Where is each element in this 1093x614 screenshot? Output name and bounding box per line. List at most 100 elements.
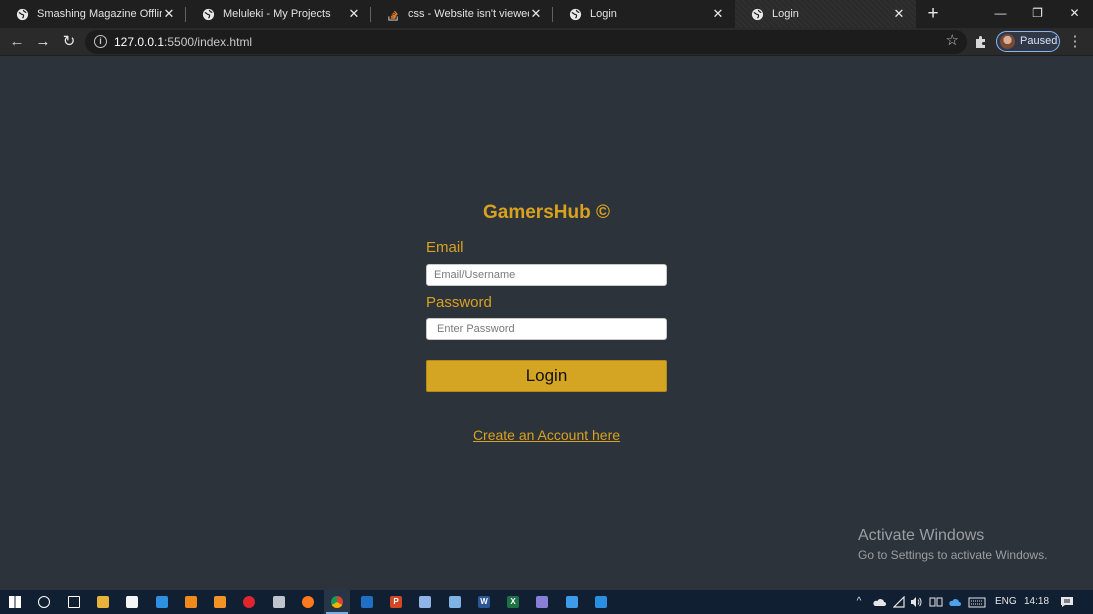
tray-overflow-chevron[interactable]: ^ bbox=[854, 590, 864, 614]
site-info-icon[interactable]: i bbox=[94, 35, 107, 48]
powerpoint-icon: P bbox=[390, 596, 402, 608]
taskbar-mail-button[interactable] bbox=[563, 593, 581, 611]
activate-windows-watermark: Activate Windows Go to Settings to activ… bbox=[858, 527, 1047, 562]
taskbar-store-button[interactable] bbox=[123, 593, 141, 611]
taskbar-search-button[interactable] bbox=[35, 593, 53, 611]
taskbar-start-button[interactable] bbox=[6, 593, 24, 611]
language-indicator[interactable]: ENG bbox=[995, 590, 1017, 614]
reload-button[interactable]: ↻ bbox=[59, 32, 79, 52]
tab-smashing-magazine[interactable]: Smashing Magazine Offline ✕ bbox=[0, 0, 186, 28]
tab-strip: Smashing Magazine Offline ✕ Meluleki - M… bbox=[0, 0, 1093, 28]
globe-icon bbox=[751, 8, 764, 20]
window-controls: — ❐ ✕ bbox=[982, 0, 1093, 28]
close-tab-icon[interactable]: ✕ bbox=[892, 7, 906, 21]
tab-title: Meluleki - My Projects bbox=[223, 8, 331, 20]
outlook-icon bbox=[361, 596, 373, 608]
taskbar-opera-button[interactable] bbox=[240, 593, 258, 611]
taskbar-firefox-button[interactable] bbox=[299, 593, 317, 611]
volume-icon[interactable] bbox=[910, 596, 922, 608]
browser-menu-icon[interactable]: ⋮ bbox=[1067, 34, 1083, 50]
tab-title: Smashing Magazine Offline bbox=[37, 8, 162, 20]
taskbar-chrome-button[interactable] bbox=[324, 590, 350, 614]
taskbar-vlc-button[interactable] bbox=[182, 593, 200, 611]
avatar bbox=[1000, 34, 1015, 49]
opera-icon bbox=[243, 596, 255, 608]
sublime-icon bbox=[214, 596, 226, 608]
tab-meluleki-projects[interactable]: Meluleki - My Projects ✕ bbox=[186, 0, 371, 28]
tab-title: Login bbox=[590, 8, 617, 20]
close-tab-icon[interactable]: ✕ bbox=[162, 7, 176, 21]
task-view-icon bbox=[68, 596, 80, 608]
password-label: Password bbox=[426, 294, 492, 311]
teamviewer-icon bbox=[156, 596, 168, 608]
taskbar-media-button[interactable] bbox=[533, 593, 551, 611]
tab-stackoverflow-css[interactable]: css - Website isn't viewed prop ✕ bbox=[371, 0, 553, 28]
taskbar-shield-button[interactable] bbox=[416, 593, 434, 611]
tab-login-active[interactable]: Login ✕ bbox=[735, 0, 916, 28]
mail-icon bbox=[566, 596, 578, 608]
restore-button[interactable]: ❐ bbox=[1019, 0, 1056, 28]
browser-toolbar: ← → ↻ i 127.0.0.1:5500/index.html ☆ bbox=[0, 28, 1093, 56]
shield-icon bbox=[419, 596, 431, 608]
watermark-subtitle: Go to Settings to activate Windows. bbox=[858, 548, 1048, 562]
password-input[interactable] bbox=[426, 318, 667, 340]
excel-icon: X bbox=[507, 596, 519, 608]
url-path: :5500/index.html bbox=[164, 35, 253, 49]
tab-login[interactable]: Login ✕ bbox=[553, 0, 735, 28]
keyboard-icon[interactable] bbox=[968, 596, 986, 608]
address-bar[interactable]: i 127.0.0.1:5500/index.html ☆ bbox=[85, 30, 967, 54]
vscode-icon bbox=[595, 596, 607, 608]
profile-button[interactable]: Paused bbox=[996, 31, 1060, 52]
cloud-sync-icon[interactable] bbox=[948, 596, 962, 608]
taskbar-sublime-button[interactable] bbox=[211, 593, 229, 611]
taskbar-file-explorer-button[interactable] bbox=[94, 593, 112, 611]
windows-taskbar: P W X ^ ENG 14:18 bbox=[0, 590, 1093, 614]
tab-title: Login bbox=[772, 8, 799, 20]
taskbar-teamviewer-button[interactable] bbox=[153, 593, 171, 611]
minimize-button[interactable]: — bbox=[982, 0, 1019, 28]
globe-icon bbox=[569, 8, 582, 20]
start-icon bbox=[9, 596, 21, 608]
taskbar-task-view-button[interactable] bbox=[65, 593, 83, 611]
create-account-row: Create an Account here bbox=[0, 427, 1093, 443]
watermark-title: Activate Windows bbox=[858, 527, 985, 544]
close-tab-icon[interactable]: ✕ bbox=[347, 7, 361, 21]
clock-time[interactable]: 14:18 bbox=[1024, 590, 1049, 614]
tab-title: css - Website isn't viewed prop bbox=[408, 8, 529, 20]
close-window-button[interactable]: ✕ bbox=[1056, 0, 1093, 28]
firefox-icon bbox=[302, 596, 314, 608]
login-button[interactable]: Login bbox=[426, 360, 667, 392]
notifications-icon[interactable] bbox=[1060, 596, 1074, 608]
media-icon bbox=[536, 596, 548, 608]
close-tab-icon[interactable]: ✕ bbox=[711, 7, 725, 21]
back-button[interactable]: ← bbox=[7, 32, 27, 52]
bookmark-star-icon[interactable]: ☆ bbox=[946, 31, 959, 49]
onedrive-icon[interactable] bbox=[872, 596, 886, 608]
globe-icon bbox=[16, 8, 29, 20]
taskbar-word-button[interactable]: W bbox=[475, 593, 493, 611]
url-text[interactable]: 127.0.0.1:5500/index.html bbox=[114, 35, 252, 49]
network-icon[interactable] bbox=[893, 596, 905, 608]
globe-icon bbox=[202, 8, 215, 20]
create-account-link[interactable]: Create an Account here bbox=[473, 427, 620, 443]
profile-status-label: Paused bbox=[1020, 35, 1058, 47]
taskbar-vscode-button[interactable] bbox=[592, 593, 610, 611]
taskbar-excel-button[interactable]: X bbox=[504, 593, 522, 611]
extensions-puzzle-icon[interactable] bbox=[973, 34, 989, 50]
taskbar-camera-button[interactable] bbox=[270, 593, 288, 611]
vlc-icon bbox=[185, 596, 197, 608]
email-label: Email bbox=[426, 239, 464, 256]
ime-icon[interactable] bbox=[929, 596, 943, 608]
word-icon: W bbox=[478, 596, 490, 608]
close-tab-icon[interactable]: ✕ bbox=[529, 7, 543, 21]
taskbar-outlook-button[interactable] bbox=[358, 593, 376, 611]
taskbar-notes-button[interactable] bbox=[446, 593, 464, 611]
taskbar-powerpoint-button[interactable]: P bbox=[387, 593, 405, 611]
notes-icon bbox=[449, 596, 461, 608]
new-tab-button[interactable]: + bbox=[916, 0, 950, 28]
camera-icon bbox=[273, 596, 285, 608]
search-icon bbox=[38, 596, 50, 608]
email-input[interactable] bbox=[426, 264, 667, 286]
forward-button[interactable]: → bbox=[33, 32, 53, 52]
page-content: GamersHub © Email Password Login Create … bbox=[0, 57, 1093, 590]
